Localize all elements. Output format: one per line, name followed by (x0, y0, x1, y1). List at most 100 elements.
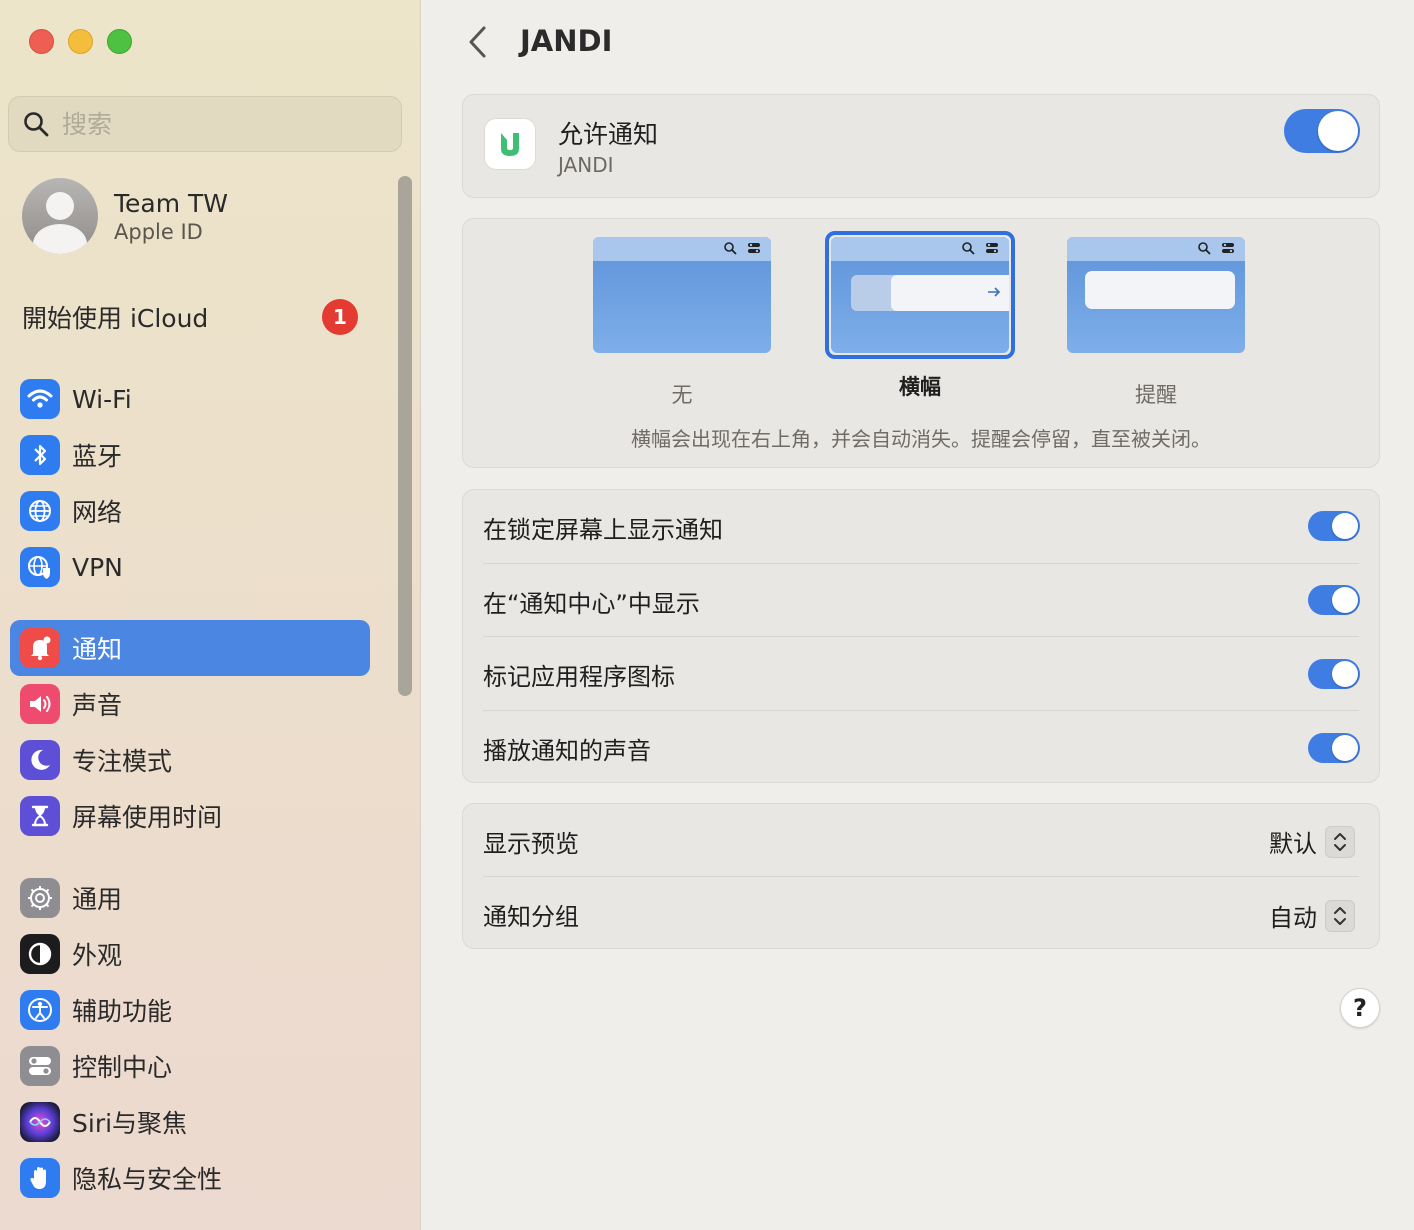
control-center-icon (1222, 243, 1234, 253)
notification-options-card: 在锁定屏幕上显示通知 在“通知中心”中显示 标记应用程序图标 播放通知的声音 (462, 489, 1380, 783)
profile-subtitle: Apple ID (114, 219, 203, 244)
profile-name: Team TW (114, 188, 229, 218)
hand-icon (20, 1158, 60, 1198)
badge-app-icon-toggle[interactable] (1308, 659, 1360, 689)
wifi-icon (20, 379, 60, 419)
avatar (22, 178, 98, 254)
sidebar-item-label: Wi-Fi (72, 384, 132, 414)
search-icon (24, 112, 49, 137)
search-field[interactable] (8, 96, 402, 152)
notification-badge: 1 (322, 299, 358, 335)
show-previews-select[interactable]: 默认 (1269, 824, 1355, 859)
allow-notifications-label: 允许通知 (558, 120, 659, 149)
alert-style-label: 横幅 (899, 375, 941, 399)
sidebar-item-sound[interactable]: 声音 (10, 676, 370, 732)
window-controls (29, 29, 132, 54)
sidebar-item-appearance[interactable]: 外观 (10, 926, 370, 982)
toggle-row-label: 标记应用程序图标 (483, 662, 675, 691)
app-name-label: JANDI (558, 153, 614, 177)
notification-grouping-select[interactable]: 自动 (1269, 898, 1355, 933)
notification-center-toggle[interactable] (1308, 585, 1360, 615)
sidebar-item-label: VPN (72, 552, 123, 582)
search-icon (724, 242, 737, 255)
help-button[interactable]: ? (1340, 988, 1380, 1028)
zoom-window-button[interactable] (107, 29, 132, 54)
sidebar-item-label: 控制中心 (72, 1053, 173, 1082)
sidebar-item-privacy[interactable]: 隐私与安全性 (10, 1150, 370, 1206)
bluetooth-icon (20, 435, 60, 475)
bell-icon (20, 628, 60, 668)
search-input[interactable] (62, 109, 362, 139)
speaker-icon (20, 684, 60, 724)
alert-style-none[interactable]: 无 (591, 237, 773, 409)
toggle-row-play-sound: 播放通知的声音 (483, 711, 1359, 785)
jandi-app-icon (484, 118, 536, 170)
sidebar-item-general[interactable]: 通用 (10, 870, 370, 926)
sidebar-item-screen-time[interactable]: 屏幕使用时间 (10, 788, 370, 844)
select-row-label: 通知分组 (483, 902, 579, 931)
preview-grouping-card: 显示预览 默认 通知分组 自动 (462, 803, 1380, 949)
select-row-grouping: 通知分组 (483, 877, 1359, 951)
alert-style-card: 无 横幅 提醒 横幅会出现在右上角，并会自动消失。提醒会停留，直至被关闭。 (462, 218, 1380, 468)
sidebar-item-control-center[interactable]: 控制中心 (10, 1038, 370, 1094)
hourglass-icon (20, 796, 60, 836)
sidebar-item-bluetooth[interactable]: 蓝牙 (10, 427, 370, 483)
alert-style-preview (831, 237, 1009, 353)
control-center-icon (748, 243, 760, 253)
main-panel: JANDI 允许通知 JANDI 无 横幅 提醒 横幅会出现在右上角，并会自动消… (422, 0, 1414, 1230)
alert-style-preview (1067, 237, 1245, 353)
sidebar-item-label: Siri与聚焦 (72, 1109, 188, 1138)
select-row-label: 显示预览 (483, 829, 579, 858)
toggle-row-badge-app-icon: 标记应用程序图标 (483, 637, 1359, 711)
sidebar-item-label: 外观 (72, 941, 123, 970)
select-row-show-previews: 显示预览 (483, 804, 1359, 878)
sidebar-item-notifications[interactable]: 通知 (10, 620, 370, 676)
chevron-up-down-icon (1325, 899, 1355, 932)
toggle-row-label: 在锁定屏幕上显示通知 (483, 515, 723, 544)
sidebar: Team TW Apple ID 開始使用 iCloud 1 Wi-Fi 蓝牙 … (0, 0, 421, 1230)
play-sound-toggle[interactable] (1308, 733, 1360, 763)
appearance-icon (20, 934, 60, 974)
icloud-setup-item[interactable]: 開始使用 iCloud 1 (22, 296, 358, 338)
accessibility-icon (20, 990, 60, 1030)
sidebar-item-vpn[interactable]: VPN (10, 539, 370, 595)
toggle-row-lock-screen: 在锁定屏幕上显示通知 (483, 490, 1359, 564)
allow-notifications-toggle[interactable] (1284, 109, 1360, 153)
alert-style-label: 无 (671, 383, 693, 407)
select-value: 默认 (1269, 830, 1317, 858)
close-window-button[interactable] (29, 29, 54, 54)
alert-style-description: 横幅会出现在右上角，并会自动消失。提醒会停留，直至被关闭。 (631, 427, 1211, 451)
sidebar-item-focus[interactable]: 专注模式 (10, 732, 370, 788)
page-title: JANDI (520, 24, 613, 58)
icloud-label: 開始使用 iCloud (22, 304, 209, 333)
sidebar-item-label: 辅助功能 (72, 997, 173, 1026)
sidebar-item-label: 屏幕使用时间 (72, 803, 223, 832)
back-button[interactable] (460, 22, 496, 62)
chevron-left-icon (469, 26, 486, 58)
sidebar-item-label: 声音 (72, 691, 123, 720)
sidebar-item-label: 网络 (72, 498, 123, 527)
sidebar-item-label: 通知 (72, 635, 123, 664)
apple-id-profile[interactable]: Team TW Apple ID (22, 178, 228, 254)
sidebar-item-accessibility[interactable]: 辅助功能 (10, 982, 370, 1038)
sidebar-item-siri[interactable]: Siri与聚焦 (10, 1094, 370, 1150)
alert-style-preview (593, 237, 771, 353)
vpn-icon (20, 547, 60, 587)
alert-style-alerts[interactable]: 提醒 (1065, 237, 1247, 409)
search-icon (962, 242, 975, 255)
sidebar-item-wifi[interactable]: Wi-Fi (10, 371, 370, 427)
toggle-row-label: 播放通知的声音 (483, 736, 651, 765)
chevron-up-down-icon (1325, 825, 1355, 858)
sidebar-scrollbar[interactable] (398, 176, 412, 696)
control-center-icon (986, 243, 998, 253)
minimize-window-button[interactable] (68, 29, 93, 54)
lock-screen-toggle[interactable] (1308, 511, 1360, 541)
sidebar-item-label: 隐私与安全性 (72, 1165, 223, 1194)
network-icon (20, 491, 60, 531)
control-center-icon (20, 1046, 60, 1086)
sidebar-item-network[interactable]: 网络 (10, 483, 370, 539)
arrow-right-icon (988, 287, 1001, 297)
alert-style-banners[interactable]: 横幅 (819, 231, 1021, 401)
sidebar-item-label: 通用 (72, 885, 123, 914)
search-icon (1198, 242, 1211, 255)
